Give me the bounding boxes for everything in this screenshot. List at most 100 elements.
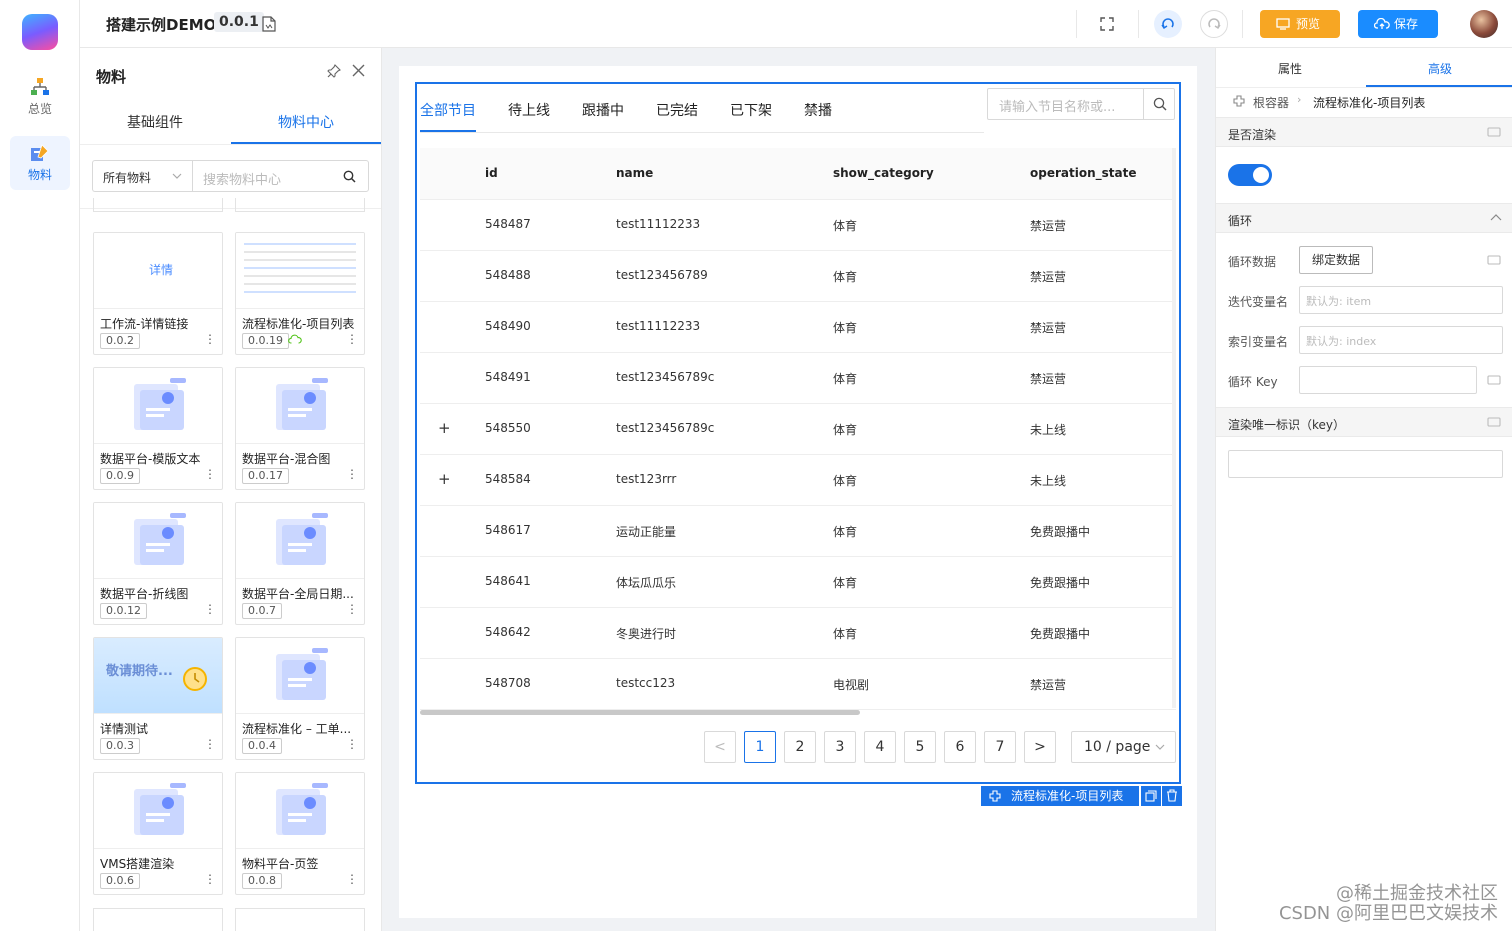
section-loop-title: 循环 — [1228, 214, 1253, 228]
more-vertical-icon[interactable]: ⋮ — [346, 602, 358, 616]
material-card[interactable]: 数据平台-混合图 0.0.17 ⋮ — [235, 367, 365, 490]
cell-id: 548642 — [485, 625, 531, 639]
search-icon[interactable] — [343, 170, 356, 183]
rail-label-materials: 物料 — [27, 168, 52, 182]
selected-component-label[interactable]: 流程标准化-项目列表 — [981, 786, 1139, 806]
row-expand-icon[interactable]: + — [438, 419, 451, 437]
material-card[interactable]: 物料平台-页签 0.0.8 ⋮ — [235, 772, 365, 895]
tab-properties[interactable]: 属性 — [1216, 60, 1364, 77]
card-name: 数据平台-混合图 — [242, 452, 331, 466]
more-vertical-icon[interactable]: ⋮ — [204, 467, 216, 481]
toggle-knob — [1253, 167, 1269, 183]
tab-divider — [420, 132, 984, 133]
program-tab[interactable]: 跟播中 — [582, 100, 624, 120]
row-expand-icon[interactable]: + — [438, 470, 451, 488]
rail-item-overview[interactable]: 总览 — [10, 70, 70, 124]
clock-icon — [183, 667, 207, 691]
program-tab[interactable]: 待上线 — [508, 100, 550, 120]
pagination-page-button[interactable]: 1 — [744, 731, 776, 763]
section-render: 是否渲染 — [1216, 117, 1512, 147]
material-card[interactable]: 详情 工作流-详情链接 0.0.2 ⋮ — [93, 232, 223, 355]
more-vertical-icon[interactable]: ⋮ — [204, 332, 216, 346]
more-vertical-icon[interactable]: ⋮ — [346, 467, 358, 481]
material-filter-select[interactable]: 所有物料 — [92, 160, 192, 192]
column-header-operation-state[interactable]: operation_state — [1030, 166, 1136, 180]
filter-select-value: 所有物料 — [103, 171, 152, 185]
horizontal-scrollbar[interactable] — [420, 710, 860, 715]
material-card[interactable]: 流程标准化 – 工单... 0.0.4 ⋮ — [235, 637, 365, 760]
render-key-input[interactable] — [1228, 450, 1503, 478]
pin-icon[interactable] — [327, 64, 341, 78]
more-vertical-icon[interactable]: ⋮ — [204, 602, 216, 616]
pagination-prev-button[interactable]: < — [704, 731, 736, 763]
component-placeholder-icon — [134, 513, 186, 565]
cell-show-category: 体育 — [833, 270, 858, 284]
redo-button[interactable] — [1200, 10, 1228, 38]
pagination-next-button[interactable]: > — [1024, 731, 1056, 763]
copy-component-button[interactable] — [1141, 786, 1161, 806]
program-search-button[interactable] — [1143, 88, 1175, 120]
more-vertical-icon[interactable]: ⋮ — [346, 737, 358, 751]
more-vertical-icon[interactable]: ⋮ — [346, 872, 358, 886]
more-vertical-icon[interactable]: ⋮ — [204, 872, 216, 886]
save-button[interactable]: 保存 — [1358, 10, 1438, 38]
loop-key-input[interactable] — [1299, 366, 1477, 394]
card-version-badge: 0.0.12 — [100, 603, 147, 619]
iter-var-input[interactable]: 默认为: item — [1299, 286, 1503, 314]
tab-advanced[interactable]: 高级 — [1366, 60, 1512, 77]
pagination-page-button[interactable]: 2 — [784, 731, 816, 763]
render-toggle[interactable] — [1228, 164, 1272, 186]
loop-data-label: 循环数据 — [1228, 255, 1277, 269]
column-header-name[interactable]: name — [616, 166, 653, 180]
program-tab[interactable]: 禁播 — [804, 100, 832, 120]
bind-data-button[interactable]: 绑定数据 — [1299, 246, 1373, 274]
material-card[interactable]: VMS搭建渲染 0.0.6 ⋮ — [93, 772, 223, 895]
program-tab[interactable]: 已下架 — [730, 100, 772, 120]
cell-operation-state: 禁运营 — [1030, 219, 1067, 233]
rail-item-materials[interactable]: 物料 — [10, 136, 70, 190]
bind-variable-icon[interactable] — [1487, 254, 1501, 266]
column-header-id[interactable]: id — [485, 166, 498, 180]
card-version-badge: 0.0.6 — [100, 873, 140, 889]
material-search-input[interactable]: 搜索物料中心 — [192, 160, 369, 192]
tab-basic-components[interactable]: 基础组件 — [80, 112, 230, 132]
breadcrumb-root[interactable]: 根容器 — [1253, 94, 1289, 111]
index-var-placeholder: 默认为: index — [1306, 335, 1377, 348]
material-card[interactable]: 数据平台-模版文本 0.0.9 ⋮ — [93, 367, 223, 490]
chevron-up-icon[interactable] — [1490, 213, 1502, 221]
fullscreen-icon[interactable] — [1100, 17, 1114, 31]
index-var-input[interactable]: 默认为: index — [1299, 326, 1503, 354]
preview-button[interactable]: 预览 — [1260, 10, 1340, 38]
pagination-page-button[interactable]: 5 — [904, 731, 936, 763]
section-loop[interactable]: 循环 — [1216, 203, 1512, 233]
material-card[interactable]: 流程标准化-项目列表 0.0.19 ⋮ — [235, 232, 365, 355]
column-header-show-category[interactable]: show_category — [833, 166, 934, 180]
file-icon[interactable] — [262, 16, 276, 32]
material-card[interactable]: 敬请期待... 详情测试 0.0.3 ⋮ — [93, 637, 223, 760]
program-tab[interactable]: 全部节目 — [420, 100, 476, 120]
preview-label: 预览 — [1296, 17, 1321, 31]
bind-variable-icon[interactable] — [1487, 374, 1501, 386]
program-tab[interactable]: 已完结 — [656, 100, 698, 120]
tab-material-center[interactable]: 物料中心 — [231, 112, 381, 132]
card-thumbnail: 敬请期待... — [94, 638, 222, 714]
more-vertical-icon[interactable]: ⋮ — [204, 737, 216, 751]
user-avatar[interactable] — [1470, 10, 1498, 38]
pagination-page-button[interactable]: 6 — [944, 731, 976, 763]
pagination-page-button[interactable]: 3 — [824, 731, 856, 763]
bind-variable-icon[interactable] — [1487, 126, 1501, 138]
cell-name: test123456789c — [616, 370, 715, 384]
panel-title: 物料 — [96, 68, 127, 86]
cell-id: 548708 — [485, 676, 531, 690]
more-vertical-icon[interactable]: ⋮ — [346, 332, 358, 346]
pagination-page-button[interactable]: 7 — [984, 731, 1016, 763]
page-size-select[interactable]: 10 / page — [1071, 731, 1176, 763]
close-icon[interactable] — [352, 64, 365, 77]
undo-button[interactable] — [1154, 10, 1182, 38]
pagination-page-button[interactable]: 4 — [864, 731, 896, 763]
material-card[interactable]: 数据平台-折线图 0.0.12 ⋮ — [93, 502, 223, 625]
delete-component-button[interactable] — [1162, 786, 1182, 806]
bind-variable-icon[interactable] — [1487, 416, 1501, 428]
divider — [1242, 10, 1243, 38]
material-card[interactable]: 数据平台-全局日期... 0.0.7 ⋮ — [235, 502, 365, 625]
